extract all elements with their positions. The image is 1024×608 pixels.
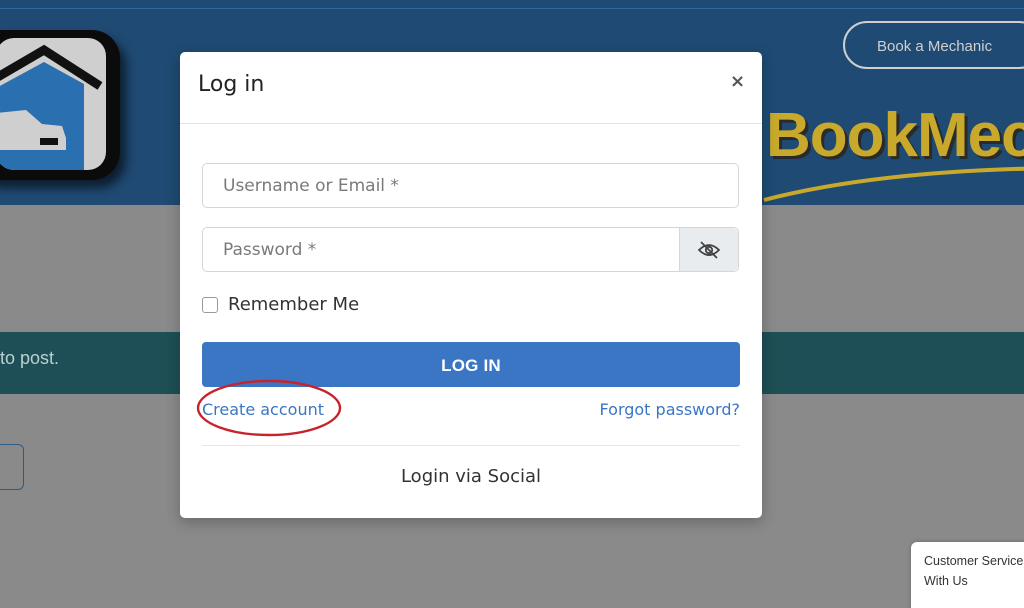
password-field-wrapper (202, 227, 739, 272)
login-via-social: Login via Social (400, 466, 542, 487)
eye-slash-icon (697, 240, 721, 259)
remember-me[interactable]: Remember Me (202, 294, 359, 315)
garage-car-logo-icon (0, 38, 106, 170)
username-input[interactable] (203, 164, 738, 207)
toggle-password-button[interactable] (679, 228, 738, 271)
login-modal: Log in × Remember Me LOG IN Create accou… (180, 52, 762, 518)
customer-service-tab[interactable]: Customer Services With Us (911, 542, 1024, 608)
username-field-wrapper (202, 163, 739, 208)
header-top-line (0, 8, 1024, 9)
notice-text: to post. (0, 348, 60, 368)
password-input[interactable] (203, 228, 683, 271)
remember-me-checkbox[interactable] (202, 296, 218, 313)
brand-swoosh-icon (763, 166, 1024, 202)
close-icon[interactable]: × (730, 71, 745, 92)
customer-service-line2: With Us (924, 574, 968, 588)
partial-button[interactable] (0, 444, 24, 490)
modal-title: Log in (198, 72, 265, 97)
create-account-link[interactable]: Create account (202, 400, 324, 419)
divider (202, 445, 740, 446)
customer-service-line1: Customer Services (924, 554, 1024, 568)
site-logo[interactable] (0, 30, 120, 180)
remember-me-label: Remember Me (228, 294, 360, 315)
modal-header: Log in × (180, 52, 762, 124)
forgot-password-link[interactable]: Forgot password? (600, 400, 740, 419)
book-mechanic-button[interactable]: Book a Mechanic (843, 21, 1024, 69)
